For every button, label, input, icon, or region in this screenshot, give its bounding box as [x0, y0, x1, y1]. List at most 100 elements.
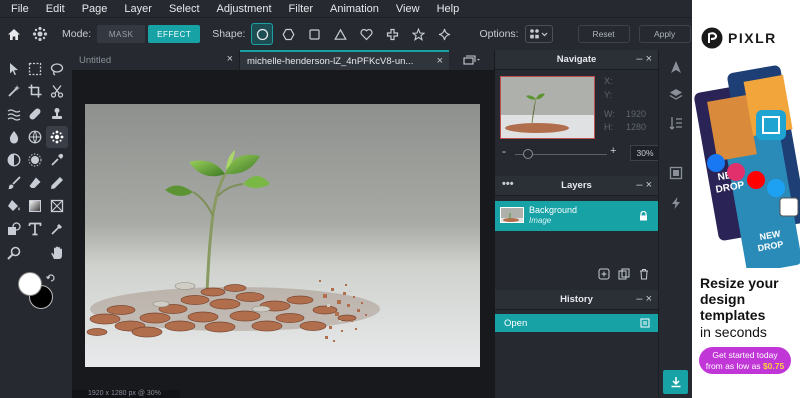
zoom-input[interactable]: 30% [630, 145, 660, 161]
drop-icon [9, 131, 19, 144]
placeholder-icon [50, 199, 64, 213]
options-dropdown[interactable] [524, 25, 553, 43]
document-image[interactable] [85, 104, 480, 367]
eraser-tool[interactable] [24, 172, 46, 194]
lasso-icon [50, 63, 64, 76]
zoom-out-button[interactable]: - [502, 144, 506, 158]
more-options-icon[interactable]: ••• [502, 178, 514, 190]
history-panel-button[interactable] [667, 114, 685, 132]
zoom-in-button[interactable]: + [610, 145, 616, 157]
wand-tool[interactable] [3, 80, 25, 102]
gradient-tool[interactable] [24, 195, 46, 217]
crop-tool[interactable] [24, 80, 46, 102]
quick-action-button[interactable] [667, 194, 685, 212]
menu-adjustment[interactable]: Adjustment [217, 3, 272, 15]
layers-header: ••• Layers – × [495, 176, 658, 196]
paint-bucket-icon [8, 200, 20, 211]
trash-icon[interactable] [638, 268, 650, 280]
hexagon-shape-icon [282, 28, 295, 40]
navigator-thumbnail[interactable] [500, 76, 595, 139]
menu-help[interactable]: Help [437, 3, 460, 15]
pixlr-editor: File Edit Page Layer Select Adjustment F… [0, 0, 800, 398]
fullscreen-button[interactable] [667, 164, 685, 182]
clone-tool[interactable] [46, 103, 68, 125]
pencil-tool[interactable] [46, 172, 68, 194]
lock-icon[interactable] [639, 211, 648, 221]
panel-controls[interactable]: – × [636, 293, 652, 305]
sun-icon [28, 153, 42, 167]
square-shape-icon [309, 28, 320, 40]
download-button[interactable] [663, 370, 688, 394]
shape-heart-button[interactable] [355, 23, 377, 45]
reset-button[interactable]: Reset [577, 25, 630, 43]
menu-edit[interactable]: Edit [46, 3, 65, 15]
shape-triangle-button[interactable] [329, 23, 351, 45]
sparkle-shape-icon [438, 28, 451, 40]
zoom-tool[interactable] [3, 242, 25, 264]
shape-sparkle-button[interactable] [433, 23, 455, 45]
foreground-color-swatch[interactable] [18, 272, 42, 296]
sharpen-tool[interactable] [24, 149, 46, 171]
advertisement[interactable]: PIXLR NEW DROP NEW DROP Resize your desi… [692, 0, 800, 398]
menu-view[interactable]: View [396, 3, 420, 15]
apply-button[interactable]: Apply [638, 25, 691, 43]
canvas-area[interactable]: 1920 x 1280 px @ 30% [72, 70, 494, 398]
brush-tool[interactable] [3, 172, 25, 194]
dispersion-tool[interactable] [46, 126, 68, 148]
pen-nib-icon [51, 224, 62, 235]
liquify-tool[interactable] [3, 103, 25, 125]
effect-button[interactable]: EFFECT [148, 25, 201, 43]
tab-options-button[interactable] [449, 50, 494, 70]
tab-active-image[interactable]: michelle-henderson-lZ_4nPFKcV8-un... × [240, 50, 449, 70]
blur-tool[interactable] [3, 126, 25, 148]
shape-cross-button[interactable] [381, 23, 403, 45]
color-picker-tool[interactable] [46, 149, 68, 171]
panel-controls[interactable]: – × [636, 53, 652, 65]
history-item[interactable]: Open [495, 314, 658, 332]
lasso-tool[interactable] [46, 58, 68, 80]
layer-item[interactable]: Background Image [495, 201, 658, 231]
home-button[interactable] [0, 18, 28, 51]
expand-icon [669, 166, 683, 180]
duplicate-layer-icon[interactable] [618, 268, 630, 280]
layers-icon [669, 89, 683, 100]
menu-select[interactable]: Select [169, 3, 200, 15]
y-label: Y: [604, 90, 613, 100]
ad-cta-button[interactable]: Get started today from as low as $0.75 [699, 347, 791, 374]
ad-cta-line1: Get started today [712, 350, 778, 360]
shape-tool[interactable] [3, 218, 25, 240]
adjust-panel-button[interactable] [667, 58, 685, 76]
shape-square-button[interactable] [303, 23, 325, 45]
mask-button[interactable]: MASK [97, 25, 146, 43]
dodge-tool[interactable] [3, 149, 25, 171]
fill-tool[interactable] [3, 195, 25, 217]
pen-tool[interactable] [46, 218, 68, 240]
hand-tool[interactable] [46, 242, 68, 264]
arrange-tool[interactable] [3, 58, 25, 80]
eyedropper-icon [51, 153, 64, 166]
triangle-shape-icon [334, 28, 347, 40]
menu-filter[interactable]: Filter [289, 3, 313, 15]
shape-star-button[interactable] [407, 23, 429, 45]
close-tab-icon[interactable]: × [227, 53, 233, 65]
h-label: H: [604, 122, 613, 132]
menu-page[interactable]: Page [82, 3, 108, 15]
shape-circle-button[interactable] [251, 23, 274, 45]
menu-file[interactable]: File [11, 3, 29, 15]
zoom-slider-handle[interactable] [523, 149, 534, 159]
heal-tool[interactable] [24, 103, 46, 125]
menu-animation[interactable]: Animation [330, 3, 379, 15]
layers-panel-button[interactable] [667, 86, 685, 104]
image-placeholder-tool[interactable] [46, 195, 68, 217]
close-tab-icon[interactable]: × [437, 55, 443, 67]
tab-untitled[interactable]: Untitled × [72, 50, 240, 70]
add-layer-icon[interactable] [598, 268, 610, 280]
menu-layer[interactable]: Layer [124, 3, 152, 15]
shape-hexagon-button[interactable] [277, 23, 299, 45]
marquee-tool[interactable] [24, 58, 46, 80]
cutout-tool[interactable] [46, 80, 68, 102]
text-tool[interactable] [24, 218, 46, 240]
panel-controls[interactable]: – × [636, 179, 652, 191]
swap-colors-button[interactable] [46, 273, 56, 286]
sponge-tool[interactable] [24, 126, 46, 148]
